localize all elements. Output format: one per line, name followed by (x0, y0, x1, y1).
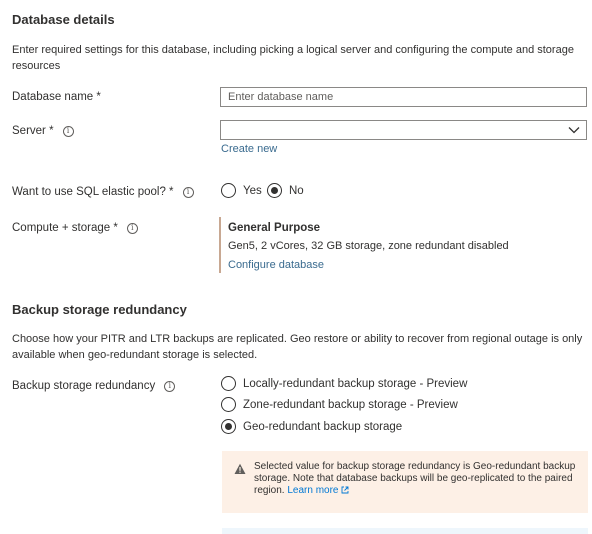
learn-more-link[interactable]: Learn more (287, 485, 349, 496)
radio-button[interactable] (221, 183, 236, 198)
create-new-server-link[interactable]: Create new (221, 143, 277, 155)
database-details-description: Enter required settings for this databas… (12, 44, 574, 72)
compute-tier: General Purpose (228, 222, 321, 234)
compute-summary: General Purpose Gen5, 2 vCores, 32 GB st… (219, 217, 509, 273)
radio-label-yes: Yes (243, 184, 262, 197)
learn-more-text: Learn more (287, 485, 339, 496)
section-title-database-details: Database details (12, 12, 115, 27)
database-name-label-text: Database name * (12, 91, 101, 103)
compute-storage-label: Compute + storage * i (12, 222, 138, 234)
info-icon[interactable]: i (126, 222, 138, 234)
elastic-pool-option-yes[interactable]: Yes (221, 183, 262, 198)
database-name-label: Database name * (12, 91, 101, 103)
compute-detail: Gen5, 2 vCores, 32 GB storage, zone redu… (228, 240, 509, 252)
info-icon[interactable]: i (62, 125, 74, 137)
radio-label-locally-redundant: Locally-redundant backup storage - Previ… (243, 377, 468, 390)
elastic-pool-label: Want to use SQL elastic pool? * i (12, 186, 194, 198)
elastic-pool-option-no[interactable]: No (267, 183, 304, 198)
external-link-icon (341, 486, 349, 494)
info-icon[interactable]: i (182, 186, 194, 198)
backup-redundancy-label: Backup storage redundancy i (12, 380, 176, 392)
section-title-backup: Backup storage redundancy (12, 302, 187, 317)
radio-label-geo-redundant: Geo-redundant backup storage (243, 420, 403, 433)
radio-button-selected[interactable] (221, 419, 236, 434)
backup-option-zone-redundant[interactable]: Zone-redundant backup storage - Preview (221, 397, 458, 412)
server-dropdown[interactable] (220, 120, 587, 140)
radio-label-no: No (289, 184, 304, 197)
backup-description: Choose how your PITR and LTR backups are… (12, 333, 583, 361)
backup-option-locally-redundant[interactable]: Locally-redundant backup storage - Previ… (221, 376, 467, 391)
warning-icon (234, 463, 246, 474)
warning-text-block: Selected value for backup storage redund… (254, 461, 576, 503)
radio-label-zone-redundant: Zone-redundant backup storage - Preview (243, 398, 458, 411)
compute-storage-label-text: Compute + storage * (12, 222, 118, 234)
chevron-down-icon (568, 127, 580, 134)
database-name-input[interactable] (220, 87, 587, 107)
backup-warning-message: Selected value for backup storage redund… (222, 451, 588, 513)
radio-button[interactable] (221, 376, 236, 391)
radio-button[interactable] (221, 397, 236, 412)
info-icon[interactable]: i (164, 380, 176, 392)
server-label: Server * i (12, 125, 74, 137)
next-panel-edge (222, 528, 588, 534)
elastic-pool-label-text: Want to use SQL elastic pool? * (12, 186, 174, 198)
radio-button-selected[interactable] (267, 183, 282, 198)
backup-option-geo-redundant[interactable]: Geo-redundant backup storage (221, 419, 402, 434)
server-label-text: Server * (12, 125, 54, 137)
configure-database-link[interactable]: Configure database (228, 259, 509, 271)
backup-redundancy-label-text: Backup storage redundancy (12, 380, 156, 392)
